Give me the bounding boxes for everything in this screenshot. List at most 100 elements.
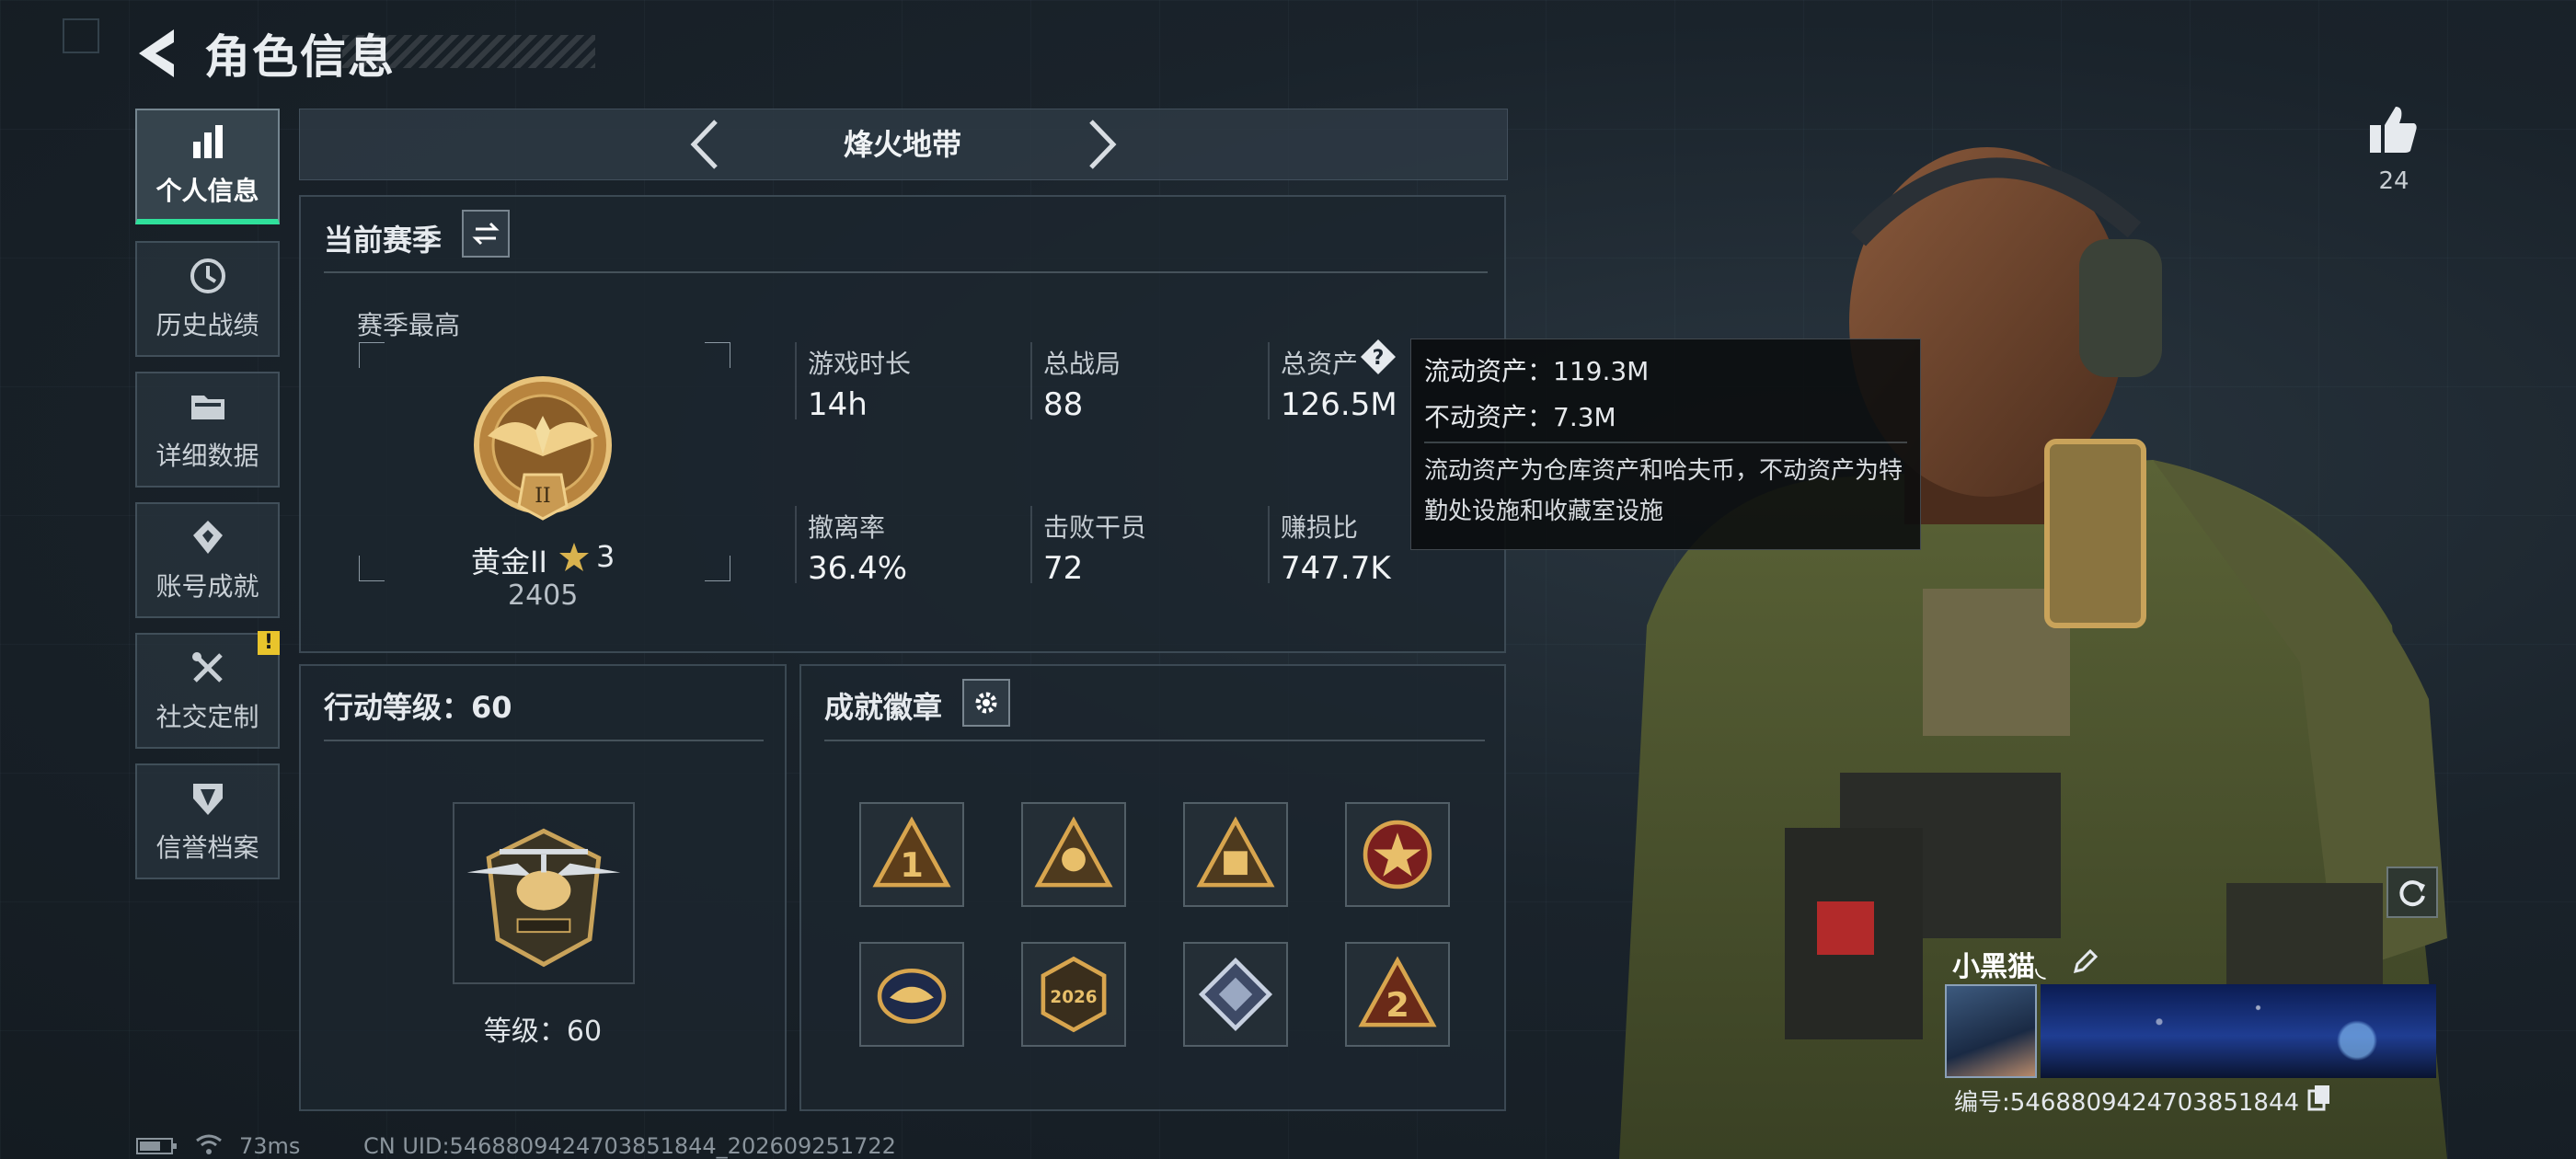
stat-value-profit-ratio: 747.7K — [1281, 550, 1391, 587]
refresh-button[interactable] — [2386, 866, 2438, 918]
badge-5-icon — [877, 968, 947, 1024]
sidebar-item-label: 历史战绩 — [155, 310, 259, 340]
stat-separator — [1030, 342, 1032, 419]
credit-shield-icon — [192, 784, 223, 815]
tooltip-liquid-assets: 流动资产：119.3M — [1424, 356, 1650, 386]
badges-underline — [824, 740, 1485, 741]
achievement-badge[interactable] — [1345, 802, 1450, 907]
badge-1-icon: 1 — [872, 816, 951, 888]
svg-text:2026: 2026 — [1050, 988, 1097, 1007]
sidebar-item-credit-file[interactable]: 信誉档案 — [135, 763, 280, 879]
achievement-badge[interactable]: 2 — [1345, 942, 1450, 1047]
thumbs-up-icon[interactable] — [2366, 103, 2420, 156]
stat-separator — [1030, 506, 1032, 583]
profile-banner — [2041, 984, 2436, 1078]
stat-value-total-assets: 126.5M — [1281, 386, 1397, 423]
rank-name: 黄金II — [471, 545, 547, 580]
badge-2-icon — [1034, 816, 1113, 888]
swap-icon — [472, 222, 500, 246]
badge-3-icon — [1196, 816, 1275, 888]
achievement-badge[interactable]: 2026 — [1021, 942, 1126, 1047]
achievement-badge[interactable] — [1021, 802, 1126, 907]
sidebar-item-label: 账号成就 — [155, 571, 259, 602]
tooltip-divider — [1424, 442, 1907, 443]
sidebar-item-label: 详细数据 — [155, 441, 259, 471]
stat-label-total-matches: 总战局 — [1043, 349, 1121, 379]
achievement-badge[interactable]: 1 — [859, 802, 964, 907]
season-best-label: 赛季最高 — [357, 310, 461, 340]
stat-label-profit-ratio: 赚损比 — [1281, 512, 1359, 543]
stat-value-playtime: 14h — [808, 386, 868, 423]
stat-value-extraction-rate: 36.4% — [808, 550, 908, 587]
notification-badge: ! — [258, 631, 280, 655]
help-icon[interactable]: ? — [1360, 339, 1397, 375]
stat-label-kills: 击败干员 — [1043, 512, 1147, 543]
sidebar-item-personal-info[interactable]: 个人信息 — [135, 109, 280, 224]
sidebar-item-label: 信誉档案 — [155, 832, 259, 863]
achievement-badge[interactable] — [1183, 802, 1288, 907]
achievement-badge[interactable] — [1183, 942, 1288, 1047]
badge-8-icon: 2 — [1358, 956, 1437, 1027]
rank-score: 2405 — [508, 580, 579, 612]
level-emblem-frame — [453, 802, 635, 984]
refresh-icon — [2399, 880, 2425, 907]
stat-separator — [1268, 506, 1270, 583]
stat-value-kills: 72 — [1043, 550, 1084, 587]
corner-decoration — [63, 18, 99, 53]
tools-icon — [191, 652, 223, 683]
status-uid: CN UID:5468809424703851844_202609251722 — [363, 1133, 896, 1159]
chevron-left-icon[interactable] — [688, 118, 721, 171]
level-caption: 等级：60 — [483, 1016, 603, 1048]
stat-separator — [795, 506, 797, 583]
season-switch-button[interactable] — [462, 210, 510, 258]
achievement-icon — [192, 521, 223, 554]
sidebar-item-label: 社交定制 — [155, 702, 259, 732]
stat-label-extraction-rate: 撤离率 — [808, 512, 886, 543]
rank-stars: 3 — [596, 539, 615, 574]
stat-label-playtime: 游戏时长 — [808, 349, 912, 379]
badge-settings-button[interactable] — [962, 679, 1010, 727]
level-underline — [324, 740, 764, 741]
stat-separator — [1268, 342, 1270, 419]
badge-7-icon — [1198, 957, 1273, 1032]
bar-chart-icon — [192, 125, 223, 158]
stat-value-total-matches: 88 — [1043, 386, 1084, 423]
ping-indicator: 73ms — [239, 1133, 301, 1159]
folder-icon — [190, 396, 224, 419]
player-nickname: 小黑猫◟ — [1952, 951, 2046, 983]
level-heading: 行动等级：60 — [324, 690, 512, 725]
svg-text:1: 1 — [900, 845, 924, 885]
copy-icon[interactable] — [2307, 1084, 2331, 1111]
sidebar-item-account-achievement[interactable]: 账号成就 — [135, 502, 280, 618]
badge-4-icon — [1363, 820, 1432, 889]
stat-separator — [795, 342, 797, 419]
season-heading: 当前赛季 — [324, 223, 443, 258]
badges-heading: 成就徽章 — [824, 690, 943, 725]
battery-icon — [136, 1138, 177, 1154]
tooltip-fixed-assets: 不动资产：7.3M — [1424, 402, 1616, 432]
chevron-right-icon[interactable] — [1086, 118, 1119, 171]
player-uid: 编号:5468809424703851844 — [1954, 1089, 2300, 1117]
edit-pencil-icon[interactable] — [2072, 947, 2099, 975]
helicopter-emblem-icon — [466, 828, 621, 968]
back-arrow-icon[interactable] — [133, 26, 181, 81]
sidebar-item-label: 个人信息 — [155, 176, 259, 206]
stat-label-total-assets: 总资产 — [1281, 349, 1359, 379]
svg-text:II: II — [535, 485, 550, 508]
wifi-icon — [196, 1134, 222, 1154]
gear-icon — [975, 692, 997, 714]
achievement-badge[interactable] — [859, 942, 964, 1047]
svg-text:?: ? — [1373, 347, 1385, 370]
season-underline — [324, 271, 1488, 273]
like-count: 24 — [2378, 167, 2409, 195]
badge-6-icon: 2026 — [1041, 956, 1107, 1033]
tooltip-description: 流动资产为仓库资产和哈夫币，不动资产为特勤处设施和收藏室设施 — [1424, 457, 1903, 525]
sidebar-item-detailed-data[interactable]: 详细数据 — [135, 372, 280, 488]
avatar[interactable] — [1945, 984, 2037, 1078]
star-icon — [559, 543, 589, 571]
history-icon — [190, 258, 225, 293]
title-stripe-decoration — [342, 35, 595, 68]
sidebar-item-history[interactable]: 历史战绩 — [135, 241, 280, 357]
gold-rank-emblem-icon: II — [474, 376, 612, 521]
mode-title: 烽火地带 — [843, 127, 961, 162]
